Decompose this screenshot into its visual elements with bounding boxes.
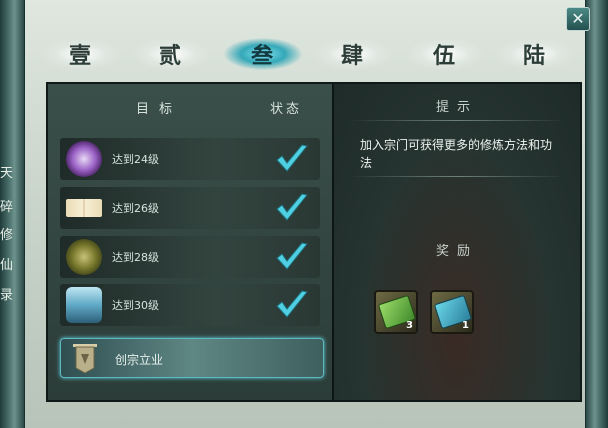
side-scroll-char: 修 bbox=[0, 228, 14, 243]
tab-label: 肆 bbox=[340, 43, 365, 69]
divider bbox=[348, 120, 566, 121]
tab-1[interactable]: 壹 bbox=[42, 38, 120, 70]
goal-label: 达到28级 bbox=[112, 251, 159, 264]
found-sect-label: 创宗立业 bbox=[115, 353, 164, 367]
info-pane: 提示 加入宗门可获得更多的修炼方法和功法 奖励 3 1 bbox=[334, 84, 580, 400]
checkmark-icon bbox=[276, 242, 308, 270]
goal-row: 达到24级 bbox=[60, 138, 320, 180]
tab-6[interactable]: 陆 bbox=[496, 38, 574, 70]
side-scroll-char: 录 bbox=[0, 288, 14, 303]
goal-row: 达到26级 bbox=[60, 187, 320, 229]
reward-count: 1 bbox=[462, 320, 469, 331]
goals-header-target: 目标 bbox=[136, 102, 183, 117]
tab-4[interactable]: 肆 bbox=[314, 38, 392, 70]
goals-header-status: 状态 bbox=[270, 102, 303, 117]
found-sect-button[interactable]: 创宗立业 bbox=[60, 338, 324, 378]
side-scroll-char: 天 bbox=[0, 166, 14, 181]
tab-label: 壹 bbox=[68, 43, 93, 69]
goal-label: 达到30级 bbox=[112, 299, 159, 312]
goal-label: 达到26级 bbox=[112, 202, 159, 215]
content-panel: 目标 状态 达到24级 达到26级 达到28级 达到30级 创宗立业 提示 加入… bbox=[46, 82, 582, 402]
side-scroll-char: 碎 bbox=[0, 200, 14, 215]
reward-slot[interactable]: 1 bbox=[430, 290, 474, 334]
tab-label: 陆 bbox=[522, 43, 547, 69]
side-scroll-char: 仙 bbox=[0, 258, 14, 273]
tab-label: 伍 bbox=[432, 43, 457, 69]
chapter-tabs: 壹 贰 叁 肆 伍 陆 bbox=[40, 34, 580, 76]
goals-pane: 目标 状态 达到24级 达到26级 达到28级 达到30级 创宗立业 bbox=[48, 84, 334, 400]
book-icon bbox=[66, 199, 102, 217]
taiji-icon bbox=[66, 141, 102, 177]
tab-3[interactable]: 叁 bbox=[224, 38, 302, 70]
close-button[interactable]: ✕ bbox=[566, 7, 590, 31]
right-scroll-ornament bbox=[585, 0, 608, 428]
reward-slot[interactable]: 3 bbox=[374, 290, 418, 334]
goal-row: 达到28级 bbox=[60, 236, 320, 278]
goal-row: 达到30级 bbox=[60, 284, 320, 326]
left-scroll-ornament: 天 碎 修 仙 录 bbox=[0, 0, 25, 428]
tab-label: 叁 bbox=[250, 43, 275, 69]
tab-2[interactable]: 贰 bbox=[132, 38, 210, 70]
tip-text: 加入宗门可获得更多的修炼方法和功法 bbox=[360, 138, 553, 170]
tab-label: 贰 bbox=[158, 43, 183, 69]
checkmark-icon bbox=[276, 144, 308, 172]
reward-count: 3 bbox=[406, 320, 413, 331]
banner-icon bbox=[73, 344, 97, 374]
tip-title: 提示 bbox=[435, 100, 478, 115]
reward-title: 奖励 bbox=[435, 244, 478, 259]
goal-label: 达到24级 bbox=[112, 153, 159, 166]
armor-icon bbox=[66, 287, 102, 323]
checkmark-icon bbox=[276, 193, 308, 221]
divider bbox=[348, 176, 566, 177]
checkmark-icon bbox=[276, 290, 308, 318]
jade-icon bbox=[66, 239, 102, 275]
close-icon: ✕ bbox=[571, 9, 585, 28]
tab-5[interactable]: 伍 bbox=[406, 38, 484, 70]
